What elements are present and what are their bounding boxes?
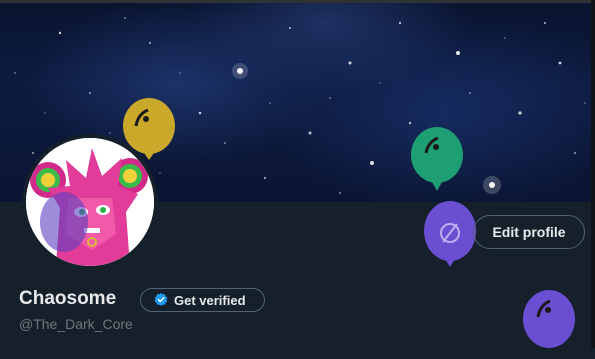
verified-badge-icon xyxy=(154,293,168,306)
display-name: Chaosome xyxy=(19,288,117,309)
balloon-purple-bottom[interactable] xyxy=(522,289,578,359)
get-verified-label: Get verified xyxy=(174,292,246,308)
edit-profile-button[interactable]: Edit profile xyxy=(473,215,585,249)
scrollbar-track[interactable] xyxy=(591,0,595,348)
balloon-gold[interactable] xyxy=(122,98,178,168)
get-verified-button[interactable]: Get verified xyxy=(140,288,265,312)
user-handle: @The_Dark_Core xyxy=(19,316,133,332)
balloon-green[interactable] xyxy=(410,127,466,197)
balloon-purple-with-icon[interactable] xyxy=(423,199,479,269)
